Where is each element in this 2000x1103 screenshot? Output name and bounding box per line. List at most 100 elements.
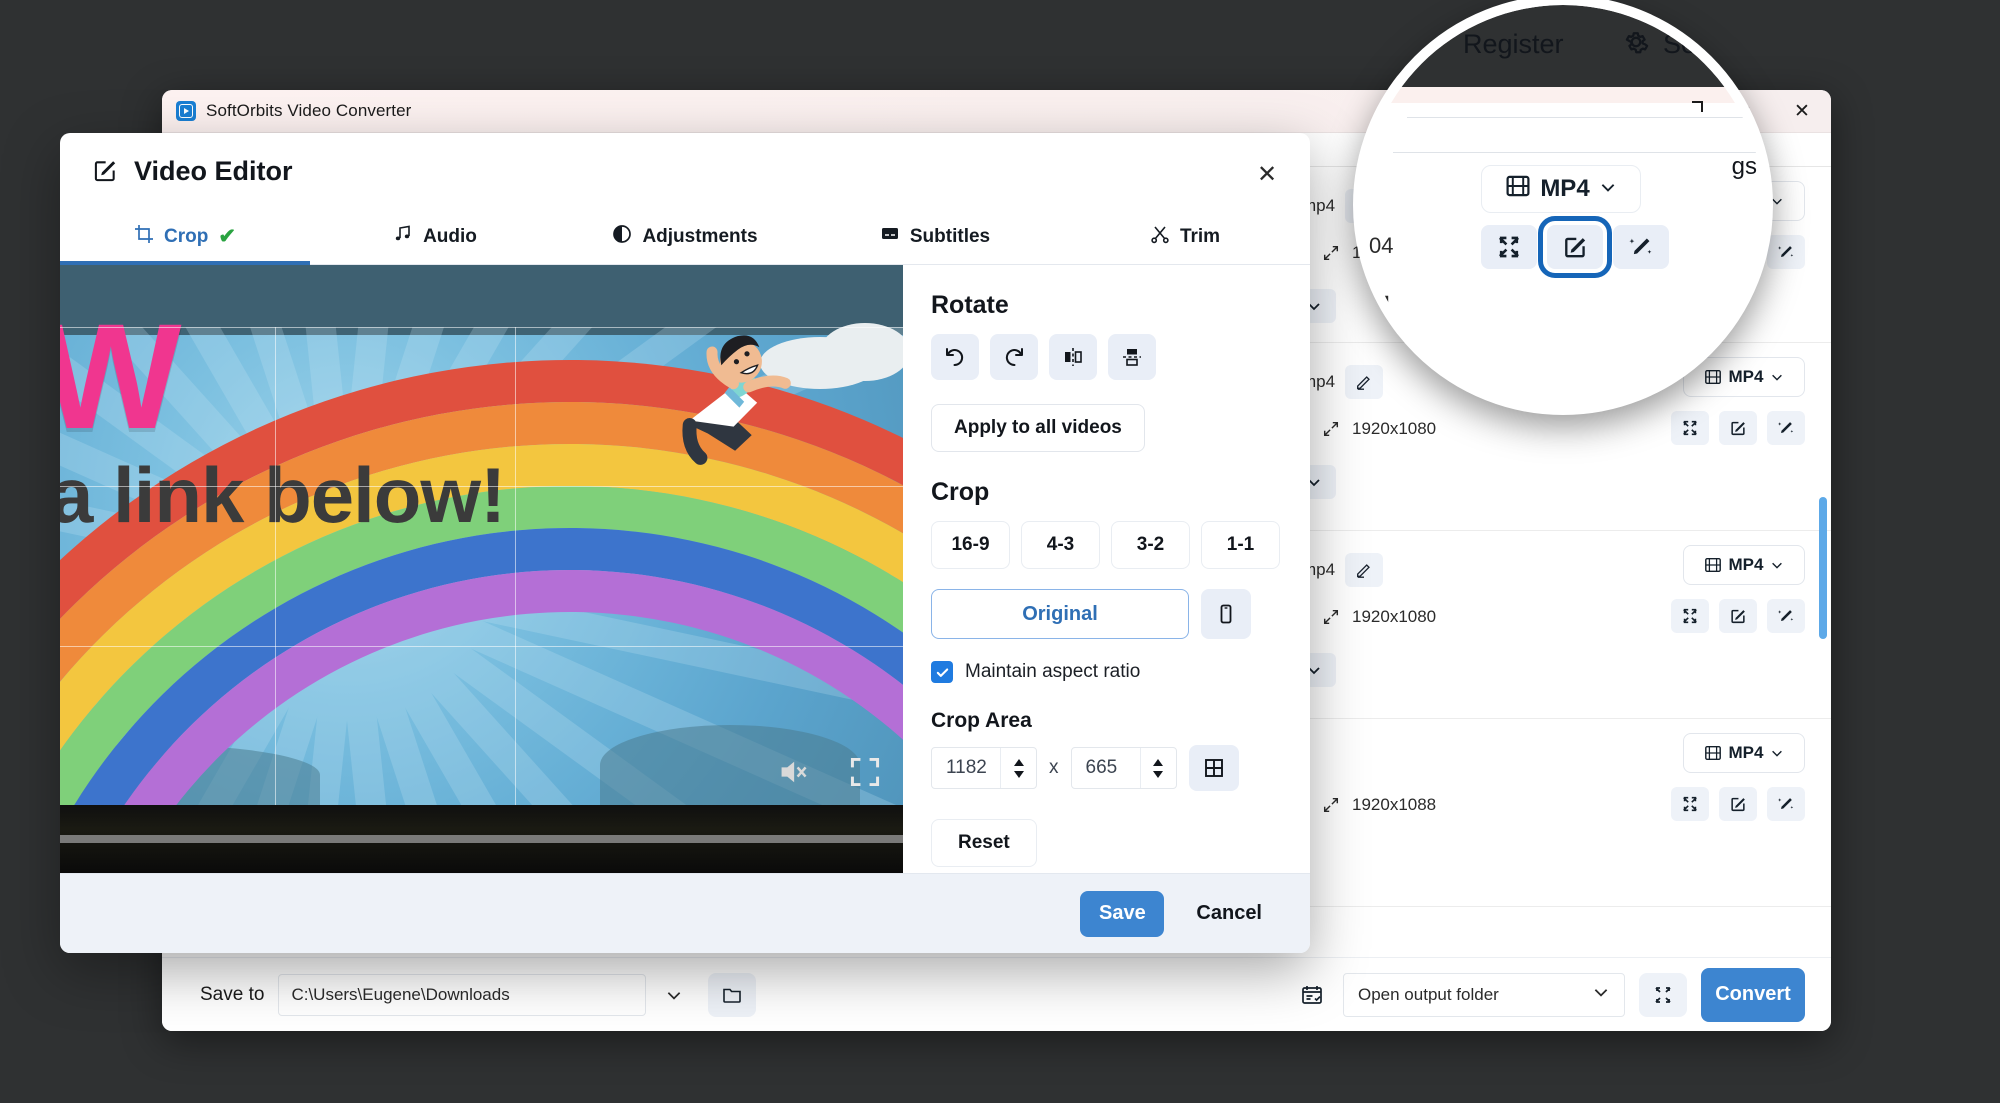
- calendar-check-icon[interactable]: [1295, 978, 1329, 1012]
- tab-label: Trim: [1179, 225, 1221, 247]
- output-action-select[interactable]: Open output folder: [1343, 972, 1625, 1017]
- resolution-label: 1920x1080: [1352, 419, 1437, 438]
- bottom-right-controls: Open output folder Convert: [1295, 967, 1809, 1022]
- crop-width-input[interactable]: [932, 748, 1000, 788]
- enhance-icon[interactable]: [1767, 411, 1805, 445]
- pencil-icon[interactable]: [1345, 365, 1384, 399]
- flip-vertical-icon[interactable]: [1108, 334, 1156, 380]
- rotate-heading: Rotate: [931, 291, 1009, 319]
- tab-adjustments[interactable]: Adjustments: [560, 209, 810, 264]
- path-dropdown-chevron-down-icon[interactable]: [652, 975, 696, 1015]
- contrast-icon: [612, 224, 632, 250]
- caret-down-icon: [1153, 770, 1163, 778]
- compress-icon[interactable]: [1671, 599, 1709, 633]
- compress-icon[interactable]: [1481, 225, 1537, 269]
- format-label: MP4: [1728, 743, 1764, 762]
- pencil-icon[interactable]: [1345, 553, 1384, 587]
- format-select[interactable]: MP4: [1683, 733, 1805, 773]
- close-icon[interactable]: ✕: [1773, 90, 1831, 133]
- enhance-icon[interactable]: [1613, 225, 1669, 269]
- modal-footer: Save Cancel: [60, 873, 1310, 953]
- screen: SoftOrbits Video Converter ✕ mp4 mp4 MP4…: [0, 0, 2000, 1103]
- chevron-down-icon: [1599, 175, 1617, 203]
- resize-icon: [1323, 797, 1339, 813]
- resize-icon: [1365, 293, 1391, 324]
- chevron-down-icon: [1592, 983, 1610, 1006]
- ratio-16-9-button[interactable]: 16-9: [931, 521, 1010, 569]
- list-scrollbar[interactable]: [1819, 497, 1827, 639]
- restore-icon[interactable]: [1687, 97, 1707, 122]
- format-label: MP4: [1728, 367, 1764, 386]
- maintain-aspect-ratio-row[interactable]: Maintain aspect ratio: [931, 661, 1280, 683]
- film-icon: [1704, 745, 1721, 761]
- enhance-icon[interactable]: [1767, 599, 1805, 633]
- crop-width-stepper[interactable]: [931, 747, 1037, 789]
- settings-link[interactable]: Se: [1663, 29, 1696, 60]
- enhance-icon[interactable]: [1767, 787, 1805, 821]
- tab-trim[interactable]: Trim: [1060, 209, 1310, 264]
- tab-subtitles[interactable]: Subtitles: [810, 209, 1060, 264]
- maintain-aspect-ratio-checkbox[interactable]: [931, 661, 953, 683]
- gear-icon[interactable]: [1621, 27, 1651, 62]
- scissors-icon: [1150, 224, 1170, 250]
- convert-button[interactable]: Convert: [1701, 967, 1805, 1022]
- folder-icon[interactable]: [708, 972, 757, 1017]
- modal-header: Video Editor ✕: [60, 133, 1310, 209]
- phone-icon[interactable]: [1201, 589, 1251, 639]
- tab-label: Crop: [164, 225, 209, 247]
- format-select[interactable]: MP4: [1683, 545, 1805, 585]
- save-button[interactable]: Save: [1080, 890, 1165, 937]
- save-path-input[interactable]: [278, 973, 647, 1016]
- ratio-3-2-button[interactable]: 3-2: [1111, 521, 1190, 569]
- reset-button[interactable]: Reset: [931, 819, 1037, 867]
- register-link[interactable]: Register: [1463, 29, 1564, 60]
- tab-audio[interactable]: Audio: [310, 209, 560, 264]
- film-icon: [1505, 173, 1531, 206]
- resize-icon: [1323, 609, 1339, 625]
- video-editor-modal: Video Editor ✕ Crop ✔ Audio Adjustments …: [60, 133, 1310, 953]
- flip-horizontal-icon[interactable]: [1049, 334, 1097, 380]
- crop-width-arrows[interactable]: [1000, 748, 1036, 788]
- compress-icon[interactable]: [1671, 787, 1709, 821]
- app-title: SoftOrbits Video Converter: [206, 101, 412, 120]
- ratio-1-1-button[interactable]: 1-1: [1201, 521, 1280, 569]
- grid-icon[interactable]: [1188, 745, 1239, 791]
- rotate-left-icon[interactable]: [931, 334, 979, 380]
- crop-height-input[interactable]: [1071, 748, 1140, 788]
- video-preview[interactable]: W a link below!: [60, 265, 903, 873]
- cancel-button[interactable]: Cancel: [1186, 894, 1272, 933]
- row-resolution: 1920x1080: [1322, 607, 1436, 627]
- edit-icon[interactable]: [1719, 411, 1757, 445]
- resolution-label: 1920x1088: [1352, 795, 1437, 814]
- apply-to-all-videos-button[interactable]: Apply to all videos: [931, 404, 1145, 452]
- subtitles-icon: [880, 224, 900, 250]
- magnifier-filename-fragment: 04: [1369, 233, 1394, 258]
- row-actions: [1671, 599, 1805, 633]
- crop-dimension-separator: x: [1049, 757, 1059, 778]
- crop-height-arrows[interactable]: [1139, 748, 1176, 788]
- music-note-icon: [393, 224, 413, 250]
- rotate-right-icon[interactable]: [990, 334, 1038, 380]
- mute-icon[interactable]: [777, 756, 809, 793]
- enhance-icon[interactable]: [1767, 235, 1805, 269]
- edit-square-icon: [92, 158, 118, 184]
- edit-icon[interactable]: [1719, 787, 1757, 821]
- compress-icon[interactable]: [1671, 411, 1709, 445]
- close-icon[interactable]: ✕: [1246, 153, 1288, 195]
- crop-height-stepper[interactable]: [1070, 747, 1177, 789]
- magnifier-divider: [1393, 152, 1763, 153]
- settings-label-tail: gs: [1731, 153, 1757, 180]
- caret-down-icon: [1013, 770, 1024, 778]
- original-button[interactable]: Original: [931, 589, 1189, 639]
- ratio-4-3-button[interactable]: 4-3: [1021, 521, 1100, 569]
- format-select[interactable]: MP4: [1481, 165, 1641, 213]
- video-progress-bar[interactable]: [60, 835, 903, 843]
- tab-label: Subtitles: [909, 225, 991, 247]
- magnifier-overlay: Register Se gs MP4 04: [1353, 0, 1773, 415]
- edit-icon[interactable]: [1719, 599, 1757, 633]
- edit-icon[interactable]: [1538, 216, 1612, 278]
- maintain-aspect-ratio-label: Maintain aspect ratio: [965, 661, 1141, 682]
- tab-crop[interactable]: Crop ✔: [60, 209, 310, 265]
- merge-icon[interactable]: [1639, 972, 1687, 1017]
- fullscreen-icon[interactable]: [849, 756, 881, 793]
